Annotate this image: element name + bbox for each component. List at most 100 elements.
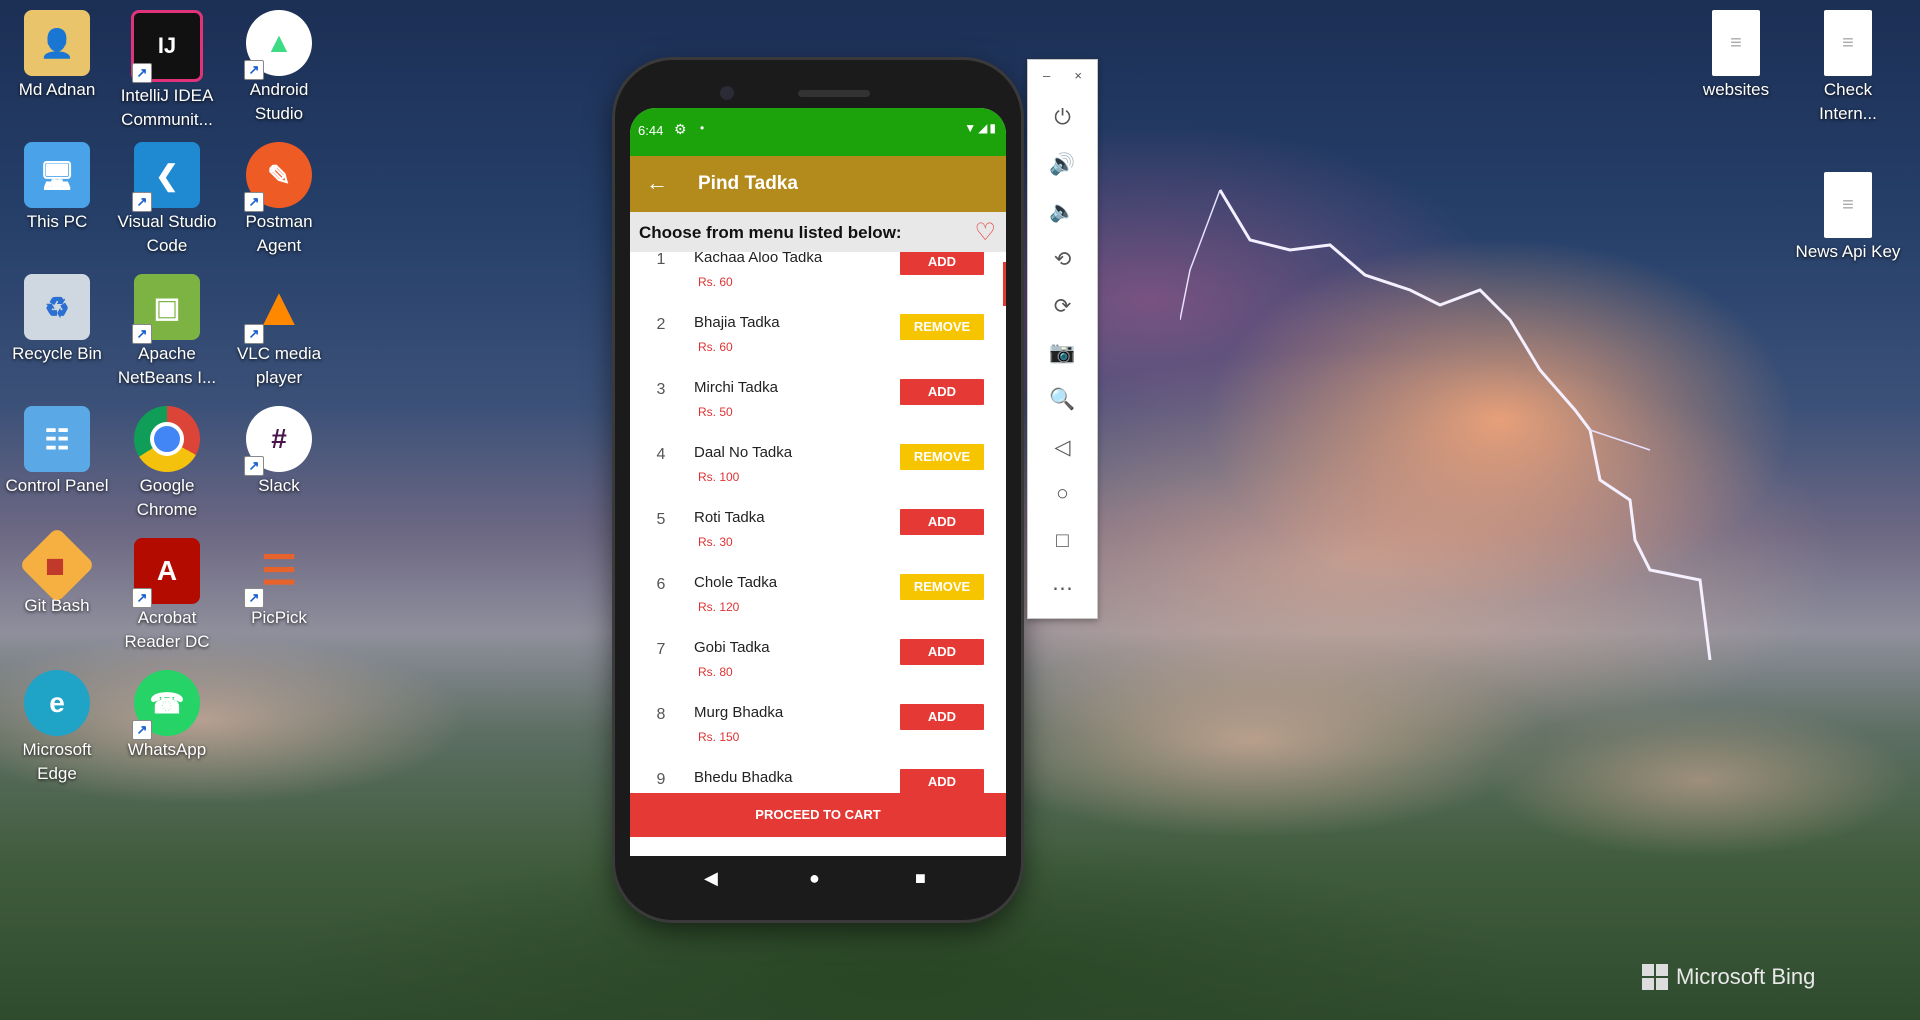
desktop-icon-news-api-key[interactable]: ≡ News Api Key: [1793, 172, 1903, 264]
desktop-icon-websites[interactable]: ≡ websites: [1681, 10, 1791, 102]
menu-item-number: 9: [656, 771, 666, 788]
desktop-icon-android-studio[interactable]: ▲ ↗ Android Studio: [224, 10, 334, 126]
desktop-icon-label: Visual Studio Code: [117, 212, 217, 255]
more-options-icon[interactable]: ⋯: [1028, 576, 1097, 601]
menu-item-number: 4: [656, 446, 666, 463]
menu-item-number: 8: [656, 706, 666, 723]
menu-item-number: 1: [656, 252, 666, 268]
text-file-icon: ≡: [1824, 172, 1872, 238]
proceed-to-cart-button[interactable]: PROCEED TO CART: [630, 793, 1006, 837]
favorite-heart-icon[interactable]: ♡: [974, 218, 996, 247]
remove-button[interactable]: REMOVE: [900, 314, 984, 340]
desktop-icon-label: News Api Key: [1795, 242, 1901, 261]
shortcut-arrow-icon: ↗: [132, 588, 152, 608]
desktop-icon-label: Acrobat Reader DC: [124, 608, 210, 651]
back-arrow-icon[interactable]: ←: [646, 170, 668, 196]
shortcut-arrow-icon: ↗: [244, 60, 264, 80]
nav-back-icon[interactable]: ◀: [704, 868, 718, 889]
vscode-icon: ❮ ↗: [132, 142, 200, 212]
menu-item: 6 Chole Tadka Rs. 120 REMOVE: [630, 562, 1006, 627]
menu-item-price: Rs. 120: [698, 600, 740, 614]
desktop-icon-label: Md Adnan: [18, 80, 96, 99]
shortcut-arrow-icon: ↗: [244, 324, 264, 344]
menu-item-name: Daal No Tadka: [694, 444, 793, 461]
home-icon[interactable]: ○: [1028, 482, 1097, 506]
add-button[interactable]: ADD: [900, 379, 984, 405]
menu-item-name: Kachaa Aloo Tadka: [694, 252, 823, 266]
menu-item-price: Rs. 150: [698, 730, 740, 744]
add-button[interactable]: ADD: [900, 769, 984, 793]
desktop-icon-md-adnan[interactable]: 👤 Md Adnan: [2, 10, 112, 102]
chrome-icon: [134, 406, 200, 472]
menu-subheader: Choose from menu listed below: ♡: [630, 212, 1006, 252]
desktop-icon-label: Control Panel: [5, 476, 109, 495]
volume-up-icon[interactable]: 🔊: [1028, 153, 1097, 177]
desktop-icon-label: PicPick: [251, 608, 307, 627]
menu-list[interactable]: 1 Kachaa Aloo Tadka Rs. 60 ADD 2 Bhajia …: [630, 252, 1006, 793]
rotate-right-icon[interactable]: ⟳: [1028, 294, 1097, 319]
desktop-icon-postman[interactable]: ✎ ↗ Postman Agent: [224, 142, 334, 258]
add-button[interactable]: ADD: [900, 704, 984, 730]
add-button[interactable]: ADD: [900, 509, 984, 535]
menu-item-name: Murg Bhadka: [694, 704, 784, 721]
desktop-icon-label: IntelliJ IDEA Communit...: [120, 86, 214, 129]
status-time: 6:44: [638, 123, 664, 138]
desktop-icon-netbeans[interactable]: ▣ ↗ Apache NetBeans I...: [112, 274, 222, 390]
desktop-icon-git-bash[interactable]: ◆ Git Bash: [2, 526, 112, 618]
minimize-icon[interactable]: –: [1043, 68, 1050, 83]
screenshot-camera-icon[interactable]: 📷: [1028, 341, 1097, 365]
close-icon[interactable]: ×: [1074, 68, 1082, 83]
shortcut-arrow-icon: ↗: [132, 324, 152, 344]
desktop-icon-acrobat[interactable]: A ↗ Acrobat Reader DC: [112, 538, 222, 654]
overview-icon[interactable]: □: [1028, 529, 1097, 553]
menu-item: 8 Murg Bhadka Rs. 150 ADD: [630, 692, 1006, 757]
add-button[interactable]: ADD: [900, 639, 984, 665]
power-icon[interactable]: ⏻: [1028, 106, 1097, 130]
desktop-icon-slack[interactable]: # ↗ Slack: [224, 406, 334, 498]
menu-item: 5 Roti Tadka Rs. 30 ADD: [630, 497, 1006, 562]
picpick-icon: ☰ ↗: [244, 538, 312, 608]
menu-item: 1 Kachaa Aloo Tadka Rs. 60 ADD: [630, 252, 1006, 302]
nav-home-icon[interactable]: ●: [809, 868, 820, 889]
settings-gear-icon: ⚙: [674, 121, 687, 137]
menu-item-price: Rs. 100: [698, 470, 740, 484]
zoom-icon[interactable]: 🔍: [1028, 388, 1097, 412]
desktop-icon-label: WhatsApp: [127, 740, 207, 759]
desktop-icon-intellij[interactable]: IJ ↗ IntelliJ IDEA Communit...: [112, 10, 222, 132]
nav-recents-icon[interactable]: ■: [915, 868, 926, 889]
volume-down-icon[interactable]: 🔈: [1028, 200, 1097, 224]
shortcut-arrow-icon: ↗: [132, 192, 152, 212]
desktop-icon-control-panel[interactable]: ☷ Control Panel: [2, 406, 112, 498]
desktop-icon-recycle-bin[interactable]: ♻ Recycle Bin: [2, 274, 112, 366]
desktop-icon-whatsapp[interactable]: ☎ ↗ WhatsApp: [112, 670, 222, 762]
desktop-icon-check-internet[interactable]: ≡ Check Intern...: [1793, 10, 1903, 126]
remove-button[interactable]: REMOVE: [900, 444, 984, 470]
computer-icon: 🖥: [24, 142, 90, 208]
rotate-left-icon[interactable]: ⟲: [1028, 247, 1097, 272]
desktop-icon-google-chrome[interactable]: Google Chrome: [112, 406, 222, 522]
menu-item-number: 6: [656, 576, 666, 593]
android-nav-bar: ◀ ● ■: [630, 856, 1006, 908]
intellij-icon: IJ ↗: [131, 10, 203, 83]
watermark-text: Microsoft Bing: [1676, 964, 1816, 989]
add-button[interactable]: ADD: [900, 252, 984, 275]
shortcut-arrow-icon: ↗: [244, 588, 264, 608]
whatsapp-icon: ☎ ↗: [132, 670, 200, 740]
menu-item-price: Rs. 60: [698, 275, 733, 289]
desktop-icon-label: This PC: [26, 212, 88, 231]
remove-button[interactable]: REMOVE: [900, 574, 984, 600]
desktop-icon-label: Check Intern...: [1819, 80, 1877, 123]
desktop-icon-microsoft-edge[interactable]: e Microsoft Edge: [2, 670, 112, 786]
desktop-icon-picpick[interactable]: ☰ ↗ PicPick: [224, 538, 334, 630]
front-camera: [720, 86, 734, 100]
menu-item-price: Rs. 80: [698, 665, 733, 679]
slack-icon: # ↗: [244, 406, 312, 476]
desktop-icon-vscode[interactable]: ❮ ↗ Visual Studio Code: [112, 142, 222, 258]
android-emulator-phone: 6:44 ⚙ • ▼◢▮ ← Pind Tadka Choose from me…: [615, 60, 1021, 920]
desktop-icon-vlc[interactable]: ▲ ↗ VLC media player: [224, 274, 334, 390]
back-icon[interactable]: ◁: [1028, 435, 1097, 460]
control-panel-icon: ☷: [24, 406, 90, 472]
windows-logo-icon: [1642, 964, 1668, 990]
desktop-icon-this-pc[interactable]: 🖥 This PC: [2, 142, 112, 234]
app-toolbar: ← Pind Tadka: [630, 156, 1006, 212]
